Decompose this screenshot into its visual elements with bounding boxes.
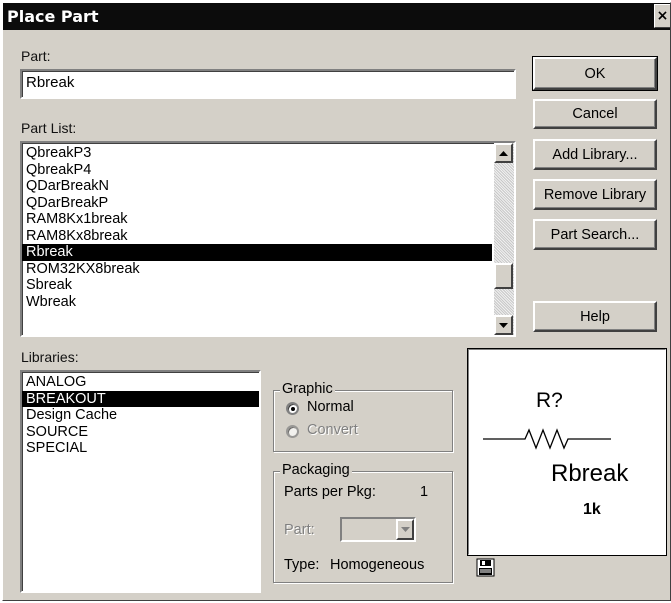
library-item[interactable]: Design Cache (22, 407, 259, 424)
part-list-item[interactable]: QbreakP3 (22, 145, 492, 162)
place-part-dialog: Place Part × Part: Rbreak Part List: Qbr… (2, 2, 671, 601)
library-item[interactable]: SOURCE (22, 424, 259, 441)
libraries-list[interactable]: ANALOG BREAKOUT Design Cache SOURCE SPECIAL (20, 370, 261, 593)
help-button[interactable]: Help (533, 301, 657, 332)
packaging-legend: Packaging (280, 462, 352, 478)
ok-button[interactable]: OK (532, 56, 658, 91)
part-preview: R? Rbreak 1k (467, 348, 667, 556)
parts-per-pkg-value: 1 (420, 484, 429, 500)
part-select (340, 517, 416, 542)
add-library-button[interactable]: Add Library... (533, 139, 657, 170)
title-bar: Place Part × (3, 3, 670, 30)
save-preview-icon[interactable] (476, 558, 495, 578)
convert-radio (286, 425, 299, 438)
part-list-item[interactable]: ROM32KX8break (22, 261, 492, 278)
cancel-button[interactable]: Cancel (533, 99, 657, 129)
convert-radio-label: Convert (307, 422, 358, 438)
part-list-item[interactable]: RAM8Kx1break (22, 211, 492, 228)
part-list-item[interactable]: Rbreak (22, 244, 492, 261)
graphic-legend: Graphic (280, 381, 335, 397)
chevron-down-icon (396, 519, 414, 540)
preview-value: 1k (583, 501, 601, 518)
normal-radio[interactable] (286, 402, 299, 415)
type-label: Type: (284, 557, 320, 573)
part-list-item[interactable]: Sbreak (22, 277, 492, 294)
part-list-item[interactable]: RAM8Kx8break (22, 228, 492, 245)
normal-radio-label: Normal (307, 399, 354, 415)
part-list-scrollbar[interactable] (494, 143, 514, 335)
part-list-items: QbreakP3 QbreakP4 QDarBreakN QDarBreakP RAM8… (22, 145, 492, 310)
packaging-group: Packaging Parts per Pkg: 1 Part: Type: H… (273, 462, 453, 583)
graphic-group: Graphic Normal Convert (273, 381, 453, 452)
part-input[interactable]: Rbreak (20, 69, 516, 99)
part-list-item[interactable]: QDarBreakN (22, 178, 492, 195)
arrow-down-icon[interactable] (494, 315, 513, 335)
library-item[interactable]: BREAKOUT (22, 390, 259, 407)
remove-library-button[interactable]: Remove Library (533, 179, 657, 210)
close-icon[interactable]: × (654, 4, 670, 28)
part-select-label: Part: (284, 522, 315, 538)
library-item[interactable]: ANALOG (22, 374, 259, 391)
resistor-symbol (483, 428, 611, 450)
part-label: Part: (21, 48, 51, 64)
part-search-button[interactable]: Part Search... (533, 219, 657, 250)
preview-name: Rbreak (551, 460, 629, 487)
parts-per-pkg-label: Parts per Pkg: (284, 484, 376, 500)
type-value: Homogeneous (330, 557, 425, 573)
part-list-label: Part List: (21, 120, 77, 136)
libraries-label: Libraries: (21, 349, 79, 365)
arrow-up-icon[interactable] (494, 143, 513, 163)
libraries-items: ANALOG BREAKOUT Design Cache SOURCE SPECIAL (22, 374, 259, 457)
scrollbar-thumb[interactable] (494, 263, 513, 289)
part-list-item[interactable]: Wbreak (22, 294, 492, 311)
part-list-item[interactable]: QbreakP4 (22, 162, 492, 179)
library-item[interactable]: SPECIAL (22, 440, 259, 457)
part-list-item[interactable]: QDarBreakP (22, 195, 492, 212)
preview-refdes: R? (536, 389, 563, 412)
part-list[interactable]: QbreakP3 QbreakP4 QDarBreakN QDarBreakP RAM8… (20, 141, 516, 337)
window-title: Place Part (7, 7, 99, 26)
part-input-value: Rbreak (26, 74, 75, 91)
